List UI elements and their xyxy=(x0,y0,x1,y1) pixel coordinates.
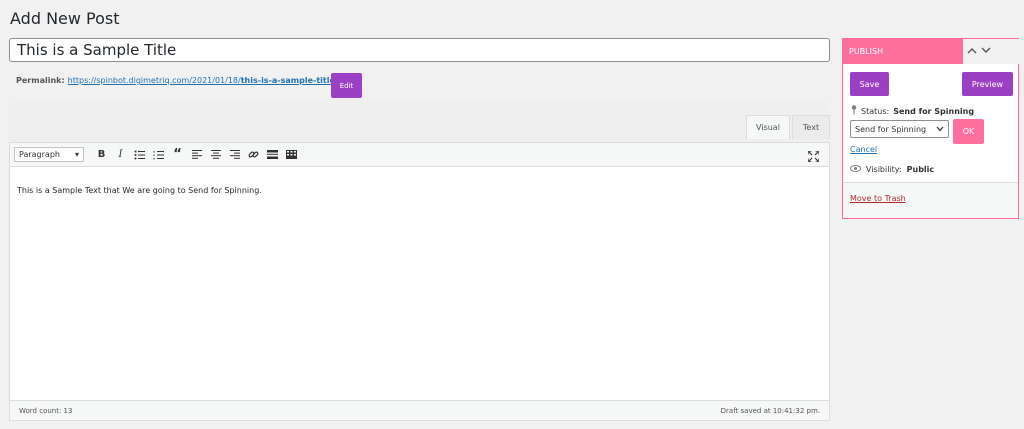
editor-tabs-bar: Visual Text xyxy=(9,98,830,142)
permalink-label: Permalink: xyxy=(16,76,65,85)
publish-header[interactable]: PUBLISH xyxy=(843,39,963,64)
status-value: Send for Spinning xyxy=(893,106,975,116)
save-button[interactable]: Save xyxy=(850,72,889,96)
permalink-slug: this-is-a-sample-title xyxy=(240,76,335,85)
eye-icon xyxy=(850,165,861,174)
tab-text[interactable]: Text xyxy=(792,115,830,139)
publish-box: PUBLISH Save Preview Status: Send for Sp… xyxy=(842,38,1019,219)
page-title: Add New Post xyxy=(10,9,120,28)
chevron-down-icon[interactable] xyxy=(981,46,991,57)
editor-content-text: This is a Sample Text that We are going … xyxy=(17,186,262,195)
visibility-value: Public xyxy=(906,165,935,174)
move-to-trash-link[interactable]: Move to Trash xyxy=(850,194,906,203)
status-ok-button[interactable]: OK xyxy=(953,119,984,144)
read-more-icon[interactable] xyxy=(263,145,282,164)
permalink-link[interactable]: https://spinbot.digimetriq.com/2021/01/1… xyxy=(68,76,338,85)
format-select[interactable]: Paragraph ▾ xyxy=(14,147,84,162)
align-right-icon[interactable] xyxy=(225,145,244,164)
permalink-edit-button[interactable]: Edit xyxy=(331,73,362,98)
pin-icon xyxy=(851,105,857,117)
editor-status-bar: Word count: 13 Draft saved at 10:41:32 p… xyxy=(9,400,830,421)
align-left-icon[interactable] xyxy=(187,145,206,164)
bold-icon[interactable]: B xyxy=(92,145,111,164)
post-title-input[interactable] xyxy=(9,38,830,62)
numbered-list-icon[interactable] xyxy=(149,145,168,164)
format-select-value: Paragraph xyxy=(19,150,60,159)
chevron-up-icon[interactable] xyxy=(967,46,977,57)
publish-footer: Move to Trash xyxy=(843,182,1018,218)
status-select-value: Send for Spinning xyxy=(855,124,927,134)
toolbar-toggle-icon[interactable] xyxy=(282,145,301,164)
status-label: Status: xyxy=(861,106,890,116)
word-count: Word count: 13 xyxy=(19,406,73,415)
align-center-icon[interactable] xyxy=(206,145,225,164)
fullscreen-icon[interactable] xyxy=(804,147,823,166)
publish-body: Save Preview Status: Send for Spinning S… xyxy=(843,64,1018,182)
blockquote-icon[interactable]: “ xyxy=(168,145,187,164)
draft-saved-status: Draft saved at 10:41:32 pm. xyxy=(720,406,820,415)
tab-visual[interactable]: Visual xyxy=(746,115,790,139)
permalink-row: Permalink: https://spinbot.digimetriq.co… xyxy=(16,76,338,85)
editor: Visual Text Paragraph ▾ B I “ This is a … xyxy=(9,98,830,421)
editor-toolbar: Paragraph ▾ B I “ xyxy=(9,142,830,167)
permalink-base: https://spinbot.digimetriq.com/2021/01/1… xyxy=(67,76,241,85)
chevron-down-icon xyxy=(936,125,944,134)
status-select[interactable]: Send for Spinning xyxy=(850,120,949,138)
bulleted-list-icon[interactable] xyxy=(130,145,149,164)
status-cancel-link[interactable]: Cancel xyxy=(850,145,877,154)
caret-down-icon: ▾ xyxy=(74,150,79,159)
status-line: Status: Send for Spinning xyxy=(851,105,974,117)
preview-button[interactable]: Preview xyxy=(962,72,1013,96)
publish-header-controls xyxy=(963,39,1019,64)
visibility-line: Visibility: Public xyxy=(850,165,934,174)
editor-content-area[interactable]: This is a Sample Text that We are going … xyxy=(9,167,830,400)
visibility-label: Visibility: xyxy=(866,165,902,174)
link-icon[interactable] xyxy=(244,145,263,164)
italic-icon[interactable]: I xyxy=(111,145,130,164)
